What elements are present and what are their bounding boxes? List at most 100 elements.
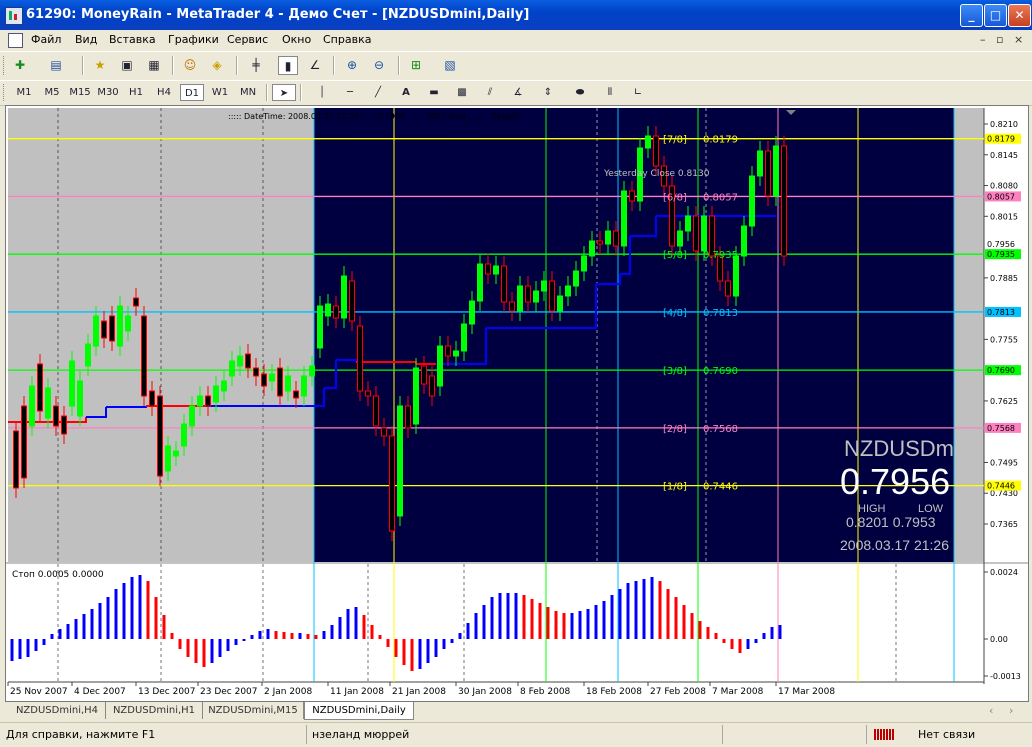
candle-body: [725, 280, 731, 297]
cursor-icon[interactable]: ➤: [272, 84, 296, 101]
tab-nzdusd-h4[interactable]: NZDUSDmini,H4: [9, 702, 106, 719]
candle-body: [149, 390, 155, 407]
new-chart-icon[interactable]: ✚: [10, 56, 30, 75]
histogram-bar: [362, 615, 366, 639]
horizontal-line-icon[interactable]: ─: [338, 84, 362, 101]
chart-window[interactable]: [7/8] 0.8179 [6/8] 0.8057 [5/8] 0.7935 [4/8] 0.…: [5, 105, 1029, 702]
histogram-bar: [378, 635, 382, 639]
gann-icon[interactable]: ∡: [506, 84, 530, 101]
trendline-icon[interactable]: ╱: [366, 84, 390, 101]
mdi-minimize-button[interactable]: –: [980, 33, 986, 46]
zoom-in-icon[interactable]: ⊕: [342, 56, 362, 75]
histogram-bar: [650, 577, 654, 639]
toolbar-grip[interactable]: [3, 56, 7, 75]
histogram-bar: [202, 639, 206, 667]
timeframe-h4[interactable]: H4: [152, 84, 176, 101]
date-tick-label: 21 Jan 2008: [392, 687, 446, 697]
menu-charts[interactable]: Графики: [168, 33, 219, 46]
mdi-restore-button[interactable]: ▫: [996, 33, 1003, 46]
indicators-icon[interactable]: ⊞: [406, 56, 426, 75]
toolbar-grip[interactable]: [3, 84, 7, 101]
expert-advisors-icon[interactable]: ☺: [180, 56, 200, 75]
timeframe-h1[interactable]: H1: [124, 84, 148, 101]
menu-window[interactable]: Окно: [282, 33, 311, 46]
close-button[interactable]: ✕: [1008, 4, 1031, 27]
menu-help[interactable]: Справка: [323, 33, 371, 46]
tab-nzdusd-m15[interactable]: NZDUSDmini,M15: [203, 702, 304, 719]
autotrading-icon[interactable]: ◈: [207, 56, 227, 75]
vertical-line-icon[interactable]: │: [310, 84, 334, 101]
line-chart-icon[interactable]: ∠: [305, 56, 325, 75]
templates-icon[interactable]: ▧: [440, 56, 460, 75]
candle-body: [565, 285, 571, 297]
histogram-bar: [26, 639, 30, 657]
timeframe-w1[interactable]: W1: [208, 84, 232, 101]
andrews-pitchfork-icon[interactable]: ⫽: [478, 84, 502, 101]
maximize-button[interactable]: □: [984, 4, 1007, 27]
histogram-bar: [250, 635, 254, 639]
candle-body: [549, 280, 555, 312]
candle-body: [61, 415, 67, 435]
murrey-level-name: [1/8]: [663, 482, 687, 493]
candle-body: [317, 305, 323, 349]
histogram-bar: [722, 639, 726, 643]
market-watch-icon[interactable]: ★: [90, 56, 110, 75]
price-tick-label: 0.7495: [990, 458, 1018, 467]
menu-view[interactable]: Вид: [75, 33, 97, 46]
histogram-bar: [474, 613, 478, 639]
menu-tools[interactable]: Сервис: [227, 33, 268, 46]
menu-file[interactable]: Файл: [31, 33, 61, 46]
candle-body: [509, 301, 515, 312]
histogram-bar: [498, 593, 502, 639]
tab-scroll-right[interactable]: ›: [1009, 704, 1013, 717]
murrey-level-name: [2/8]: [663, 424, 687, 435]
histogram-bar: [18, 639, 22, 659]
arrows-icon[interactable]: ⇕: [536, 84, 560, 101]
timeframe-m1[interactable]: M1: [12, 84, 36, 101]
price-tag-label: 0.7956: [987, 240, 1015, 249]
chart-tabs: NZDUSDmini,H4 NZDUSDmini,H1 NZDUSDmini,M…: [5, 702, 1027, 720]
histogram-bar: [234, 639, 238, 645]
fibonacci-icon[interactable]: ▩: [450, 84, 474, 101]
timeframe-m15[interactable]: M15: [68, 84, 92, 101]
murrey-level-value: 0.8057: [703, 192, 738, 203]
candle-body: [77, 380, 83, 417]
cycle-lines-icon[interactable]: ⦀: [598, 84, 622, 101]
murrey-level-name: [4/8]: [663, 308, 687, 319]
ellipse-icon[interactable]: ⬬: [568, 84, 592, 101]
histogram-bar: [98, 603, 102, 639]
status-bar: Для справки, нажмите F1 нзеланд мюррей Н…: [0, 722, 1032, 747]
mdi-close-button[interactable]: ×: [1014, 33, 1023, 46]
timeframe-mn[interactable]: MN: [236, 84, 260, 101]
timeframe-m30[interactable]: M30: [96, 84, 120, 101]
app-icon: [5, 7, 23, 25]
bar-chart-icon[interactable]: ╪: [246, 56, 266, 75]
trend-angle-icon[interactable]: ∟: [626, 84, 650, 101]
zoom-out-icon[interactable]: ⊖: [369, 56, 389, 75]
candle-body: [653, 135, 659, 167]
navigator-icon[interactable]: ▣: [117, 56, 137, 75]
profiles-icon[interactable]: ▤: [46, 56, 66, 75]
tab-scroll-left[interactable]: ‹: [989, 704, 993, 717]
menu-insert[interactable]: Вставка: [109, 33, 156, 46]
price-chart[interactable]: [7/8] 0.8179 [6/8] 0.8057 [5/8] 0.7935 [4/8] 0.…: [6, 106, 1028, 701]
timeframe-m5[interactable]: M5: [40, 84, 64, 101]
timeframe-d1[interactable]: D1: [180, 84, 204, 101]
candle-body: [189, 405, 195, 427]
minimize-button[interactable]: _: [960, 4, 983, 27]
candle-body: [541, 280, 547, 292]
histogram-bar: [314, 635, 318, 639]
price-tag-label: 0.8179: [987, 135, 1015, 144]
toolbar-separator: [300, 84, 302, 101]
rectangle-icon[interactable]: ▬: [422, 84, 446, 101]
candle-body: [397, 405, 403, 517]
candle-body: [253, 367, 259, 377]
tab-nzdusd-h1[interactable]: NZDUSDmini,H1: [106, 702, 203, 719]
candle-body: [421, 365, 427, 385]
terminal-icon[interactable]: ▦: [144, 56, 164, 75]
candlestick-icon[interactable]: ▮: [278, 56, 298, 75]
histogram-bar: [210, 639, 214, 663]
tab-nzdusd-daily[interactable]: NZDUSDmini,Daily: [304, 702, 414, 720]
histogram-bar: [466, 623, 470, 639]
text-icon[interactable]: A: [394, 84, 418, 101]
